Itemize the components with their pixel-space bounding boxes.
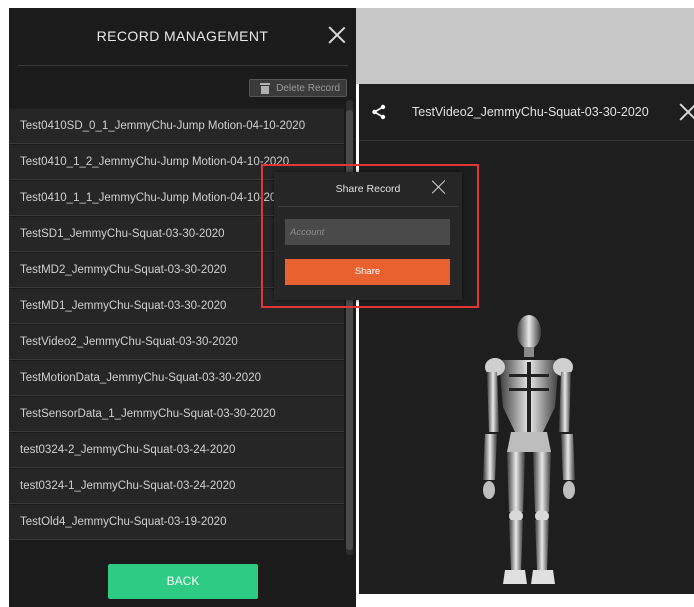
trash-icon xyxy=(260,83,270,94)
list-item[interactable]: TestMotionData_JemmyChu-Squat-03-30-2020 xyxy=(9,361,344,396)
video-panel: TestVideo2_JemmyChu-Squat-03-30-2020 xyxy=(359,84,694,594)
list-item[interactable]: TestOld4_JemmyChu-Squat-03-19-2020 xyxy=(9,505,344,540)
3d-figure-model[interactable] xyxy=(469,312,589,592)
back-button[interactable]: BACK xyxy=(108,564,258,599)
share-icon[interactable] xyxy=(371,104,387,120)
list-item[interactable]: test0324-1_JemmyChu-Squat-03-24-2020 xyxy=(9,469,344,504)
divider xyxy=(359,140,694,141)
background-area xyxy=(356,8,694,84)
list-item[interactable]: TestVideo2_JemmyChu-Squat-03-30-2020 xyxy=(9,325,344,360)
list-item[interactable]: TestSensorData_1_JemmyChu-Squat-03-30-20… xyxy=(9,397,344,432)
list-item[interactable]: Test0410SD_0_1_JemmyChu-Jump Motion-04-1… xyxy=(9,109,344,144)
panel-title: RECORD MANAGEMENT xyxy=(96,28,269,44)
divider xyxy=(18,65,348,66)
delete-record-button[interactable]: Delete Record xyxy=(249,79,347,97)
video-title: TestVideo2_JemmyChu-Squat-03-30-2020 xyxy=(412,105,649,119)
list-item[interactable]: test0324-2_JemmyChu-Squat-03-24-2020 xyxy=(9,433,344,468)
highlight-box xyxy=(261,164,479,308)
close-icon[interactable] xyxy=(328,26,346,44)
close-icon[interactable] xyxy=(679,103,694,121)
delete-record-label: Delete Record xyxy=(276,82,340,94)
